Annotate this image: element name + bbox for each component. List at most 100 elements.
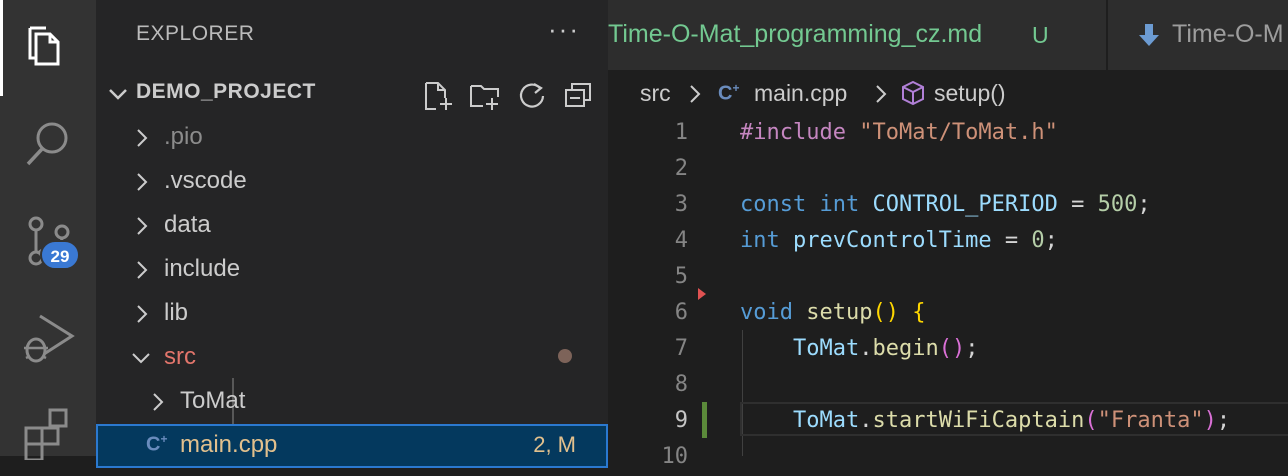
code-token: void [740,300,807,325]
extensions-icon [24,408,68,460]
code-token: CONTROL_PERIOD [872,192,1058,217]
modified-dot-icon [558,349,572,363]
code-line[interactable]: 2 [608,152,1288,188]
more-actions-button[interactable]: ··· [548,14,580,45]
line-number: 9 [674,408,688,433]
refresh-icon[interactable] [516,80,548,112]
code-token: ) [1203,408,1217,433]
tree-item-label: main.cpp [180,431,278,458]
code-line[interactable]: 1 #include "ToMat/ToMat.h" [608,116,1288,152]
line-number: 8 [674,372,688,397]
chevron-right-icon [690,85,701,103]
code-token: 0 [1031,228,1045,253]
code-line[interactable]: 6 void setup() { [608,296,1288,332]
code-line[interactable]: 3 const int CONTROL_PERIOD = 500; [608,188,1288,224]
activity-search[interactable] [0,100,96,188]
line-number: 2 [674,156,688,181]
cpp-file-icon: C+ [146,432,168,456]
activity-extensions[interactable] [0,388,96,476]
code-line[interactable]: 10 [608,440,1288,476]
tab-time-o-m[interactable]: Time-O-M [1108,0,1288,70]
line-number: 4 [674,228,688,253]
code-token: setup [806,300,873,325]
untracked-badge: U [1032,22,1049,48]
chevron-right-icon [137,129,148,147]
code-token: ; [1216,408,1231,433]
method-cube-icon [902,80,924,106]
activity-source-control[interactable] [0,196,96,284]
tab-label: Time-O-Mat_programming_cz.md [608,20,983,48]
line-number: 10 [661,444,689,469]
activity-run-debug[interactable] [0,292,96,380]
tab-label: Time-O-M [1172,20,1284,48]
code-token: "ToMat/ToMat.h" [859,120,1058,145]
tree-item-label: ToMat [180,387,246,414]
tree-item-data[interactable]: data [96,204,608,248]
project-name: DEMO_PROJECT [136,80,316,103]
tree-item-label: lib [164,299,189,326]
new-folder-icon[interactable] [468,80,502,112]
code-line[interactable]: 5 [608,260,1288,296]
chevron-right-icon [876,85,887,103]
tree-item-main-cpp[interactable]: C+ main.cpp 2, M [96,424,608,468]
tree-item-label: src [164,343,196,370]
code-token: ; [965,336,979,361]
breadcrumb-main-cpp[interactable]: main.cpp [754,80,847,107]
tab-time-o-mat-programming[interactable]: Time-O-Mat_programming_cz.md U [608,0,1106,70]
code-line[interactable]: 9 ToMat.startWiFiCaptain("Franta"); [608,404,1288,440]
files-icon [28,26,60,66]
code-editor[interactable]: 1 #include "ToMat/ToMat.h" 2 3 const int CON… [608,116,1288,469]
code-text: void setup() { [740,300,925,325]
code-line[interactable]: 7 ToMat.begin(); [608,332,1288,368]
code-token: . [859,408,873,433]
code-text: #include "ToMat/ToMat.h" [740,120,1058,145]
code-token: int [819,192,873,217]
tree-item-lib[interactable]: lib [96,292,608,336]
chevron-right-icon [137,217,148,235]
project-header[interactable]: DEMO_PROJECT [96,72,608,116]
activity-explorer[interactable] [0,4,96,92]
chevron-right-icon [137,173,148,191]
tree-item-label: .pio [164,123,203,150]
chevron-right-icon [137,261,148,279]
tree-item-vscode[interactable]: .vscode [96,160,608,204]
chevron-right-icon [137,305,148,323]
line-number: 1 [674,120,688,145]
tree-item-pio[interactable]: .pio [96,116,608,160]
tree-item-src[interactable]: src [96,336,608,380]
tab-bar: Time-O-Mat_programming_cz.md U Time-O-M [608,0,1288,70]
code-text: const int CONTROL_PERIOD = 500; [740,192,1151,217]
code-token: int [740,228,793,253]
code-line[interactable]: 8 [608,368,1288,404]
code-token: "Franta" [1097,408,1204,433]
chevron-down-icon [109,89,127,100]
code-text: ToMat.begin(); [740,336,978,361]
collapse-all-icon[interactable] [562,80,594,112]
markdown-down-arrow-icon [1139,24,1159,46]
breadcrumb-setup[interactable]: setup() [934,80,1006,107]
code-token: ( [1084,408,1098,433]
tree-item-include[interactable]: include [96,248,608,292]
breadcrumb: src C+ main.cpp setup() [608,70,1288,116]
code-line[interactable]: 4 int prevControlTime = 0; [608,224,1288,260]
tree-item-label: include [164,255,241,282]
run-debug-icon [24,314,75,363]
new-file-icon[interactable] [422,80,454,112]
chevron-right-icon [153,393,164,411]
file-status: 2, M [533,432,576,457]
code-token: startWiFiCaptain [872,408,1085,433]
code-token: = [1057,192,1098,217]
code-token: begin [872,336,939,361]
breadcrumb-src[interactable]: src [640,80,671,107]
tree-item-tomat[interactable]: ToMat [96,380,608,424]
tree-item-label: data [164,211,211,238]
line-number: 7 [674,336,688,361]
source-control-badge: 29 [40,240,80,270]
code-token: #include [740,120,860,145]
code-token: prevControlTime [792,228,992,253]
code-token: () [938,336,966,361]
code-token: ; [1137,192,1151,217]
code-text: int prevControlTime = 0; [740,228,1058,253]
